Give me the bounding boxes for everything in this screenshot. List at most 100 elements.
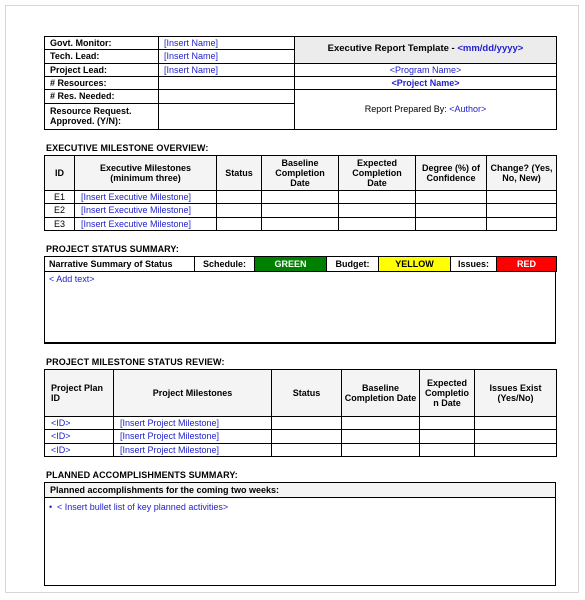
exec-col-change-line2: No, New) bbox=[502, 172, 541, 183]
header-label-tech-lead: Tech. Lead: bbox=[44, 49, 159, 64]
exec-col-status: Status bbox=[216, 154, 262, 191]
header-value-tech-lead[interactable]: [Insert Name] bbox=[158, 49, 295, 64]
header-label-govt-monitor: Govt. Monitor: bbox=[44, 35, 159, 51]
report-sheet: Govt. Monitor: [Insert Name] Executive R… bbox=[44, 35, 557, 587]
exec-row-status[interactable] bbox=[216, 189, 262, 205]
review-row-expected[interactable] bbox=[419, 442, 475, 458]
exec-row-id: E3 bbox=[44, 216, 75, 231]
header-value-resource-request[interactable] bbox=[158, 102, 295, 130]
planned-accomplishments-header: Planned accomplishments for the coming t… bbox=[44, 482, 556, 499]
budget-label: Budget: bbox=[326, 255, 379, 272]
review-row-issues[interactable] bbox=[474, 415, 557, 431]
narrative-summary-box[interactable]: < Add text> bbox=[44, 271, 556, 344]
exec-col-change: Change? (Yes, No, New) bbox=[486, 154, 557, 191]
status-badge-issues[interactable]: RED bbox=[496, 255, 557, 272]
review-row-baseline[interactable] bbox=[341, 429, 420, 444]
review-col-expected-line3: n Date bbox=[433, 398, 461, 409]
header-value-num-resources[interactable] bbox=[158, 76, 295, 91]
header-value-govt-monitor[interactable]: [Insert Name] bbox=[158, 35, 295, 51]
review-row-expected[interactable] bbox=[419, 429, 475, 444]
exec-row-id: E1 bbox=[44, 189, 75, 205]
review-col-plan-id: Project Plan ID bbox=[44, 368, 114, 417]
review-row-status[interactable] bbox=[271, 415, 342, 431]
exec-row-status[interactable] bbox=[216, 216, 262, 231]
review-col-plan-id-line1: Project Plan bbox=[51, 382, 104, 393]
exec-row-change[interactable] bbox=[486, 216, 557, 231]
status-badge-schedule[interactable]: GREEN bbox=[254, 255, 327, 272]
exec-col-expected-line2: Completion bbox=[352, 167, 402, 178]
header-label-project-lead: Project Lead: bbox=[44, 62, 159, 78]
table-row: E2 [Insert Executive Milestone] bbox=[44, 203, 557, 218]
prepared-by-author[interactable]: <Author> bbox=[449, 104, 486, 114]
exec-row-milestone[interactable]: [Insert Executive Milestone] bbox=[74, 203, 217, 218]
exec-col-id: ID bbox=[44, 154, 75, 191]
review-row-issues[interactable] bbox=[474, 429, 557, 444]
planned-accomplishments-text[interactable]: < Insert bullet list of key planned acti… bbox=[57, 502, 228, 512]
review-row-id[interactable]: <ID> bbox=[44, 429, 114, 444]
exec-row-milestone[interactable]: [Insert Executive Milestone] bbox=[74, 216, 217, 231]
table-row: E3 [Insert Executive Milestone] bbox=[44, 216, 557, 231]
bullet-icon: • bbox=[49, 502, 53, 513]
exec-row-confidence[interactable] bbox=[415, 216, 487, 231]
report-title-date: <mm/dd/yyyy> bbox=[457, 43, 524, 55]
review-row-milestone[interactable]: [Insert Project Milestone] bbox=[113, 442, 272, 458]
review-row-id[interactable]: <ID> bbox=[44, 415, 114, 431]
exec-row-expected[interactable] bbox=[338, 216, 416, 231]
exec-row-baseline[interactable] bbox=[261, 216, 339, 231]
header-row-res-needed: # Res. Needed: Report Prepared By: <Auth… bbox=[44, 89, 557, 130]
list-item[interactable]: • < Insert bullet list of key planned ac… bbox=[45, 498, 555, 512]
narrative-summary-text[interactable]: < Add text> bbox=[45, 272, 555, 284]
issues-label: Issues: bbox=[450, 255, 497, 272]
table-row: E1 [Insert Executive Milestone] bbox=[44, 189, 557, 205]
review-col-baseline-line1: Baseline bbox=[361, 382, 400, 393]
report-header-table: Govt. Monitor: [Insert Name] Executive R… bbox=[44, 35, 557, 130]
review-row-issues[interactable] bbox=[474, 442, 557, 458]
review-col-status: Status bbox=[271, 368, 342, 417]
review-col-issues-exist: Issues Exist (Yes/No) bbox=[474, 368, 557, 417]
review-row-status[interactable] bbox=[271, 429, 342, 444]
exec-col-milestones: Executive Milestones (minimum three) bbox=[74, 154, 217, 191]
exec-col-baseline-date: Baseline Completion Date bbox=[261, 154, 339, 191]
exec-col-confidence: Degree (%) of Confidence bbox=[415, 154, 487, 191]
exec-milestone-header-row: ID Executive Milestones (minimum three) … bbox=[44, 154, 557, 191]
review-row-id[interactable]: <ID> bbox=[44, 442, 114, 458]
review-row-baseline[interactable] bbox=[341, 442, 420, 458]
exec-row-expected[interactable] bbox=[338, 189, 416, 205]
review-col-issues-line2: (Yes/No) bbox=[497, 392, 534, 403]
planned-accomplishments-body[interactable]: • < Insert bullet list of key planned ac… bbox=[44, 498, 556, 587]
prepared-by-label: Report Prepared By: bbox=[364, 104, 450, 115]
exec-col-change-line1: Change? (Yes, bbox=[490, 162, 553, 173]
status-indicator-row: Narrative Summary of Status Schedule: GR… bbox=[44, 255, 557, 272]
header-value-project-lead[interactable]: [Insert Name] bbox=[158, 62, 295, 78]
review-col-expected-line1: Expected bbox=[426, 377, 468, 388]
review-row-baseline[interactable] bbox=[341, 415, 420, 431]
exec-row-change[interactable] bbox=[486, 189, 557, 205]
project-status-caption: PROJECT STATUS SUMMARY: bbox=[46, 243, 179, 254]
header-value-res-needed[interactable] bbox=[158, 89, 295, 104]
exec-row-confidence[interactable] bbox=[415, 203, 487, 218]
exec-row-expected[interactable] bbox=[338, 203, 416, 218]
exec-row-status[interactable] bbox=[216, 203, 262, 218]
project-name-cell[interactable]: <Project Name> bbox=[294, 76, 557, 91]
status-badge-budget[interactable]: YELLOW bbox=[378, 255, 451, 272]
review-row-status[interactable] bbox=[271, 442, 342, 458]
project-status-indicator-table: Narrative Summary of Status Schedule: GR… bbox=[44, 255, 557, 272]
prepared-by-cell: Report Prepared By: <Author> bbox=[294, 89, 557, 130]
exec-row-change[interactable] bbox=[486, 203, 557, 218]
review-row-expected[interactable] bbox=[419, 415, 475, 431]
exec-row-confidence[interactable] bbox=[415, 189, 487, 205]
exec-row-baseline[interactable] bbox=[261, 203, 339, 218]
report-title-prefix: Executive Report Template - bbox=[327, 43, 458, 55]
review-row-milestone[interactable]: [Insert Project Milestone] bbox=[113, 429, 272, 444]
header-row-num-resources: # Resources: <Project Name> bbox=[44, 76, 557, 91]
review-row-milestone[interactable]: [Insert Project Milestone] bbox=[113, 415, 272, 431]
header-label-num-resources: # Resources: bbox=[44, 76, 159, 91]
milestone-review-table: Project Plan ID Project Milestones Statu… bbox=[44, 368, 557, 458]
schedule-label: Schedule: bbox=[194, 255, 255, 272]
milestone-review-header-row: Project Plan ID Project Milestones Statu… bbox=[44, 368, 557, 417]
exec-col-milestones-line1: Executive Milestones bbox=[99, 162, 192, 173]
exec-row-baseline[interactable] bbox=[261, 189, 339, 205]
exec-row-milestone[interactable]: [Insert Executive Milestone] bbox=[74, 189, 217, 205]
program-name-cell[interactable]: <Program Name> bbox=[294, 62, 557, 78]
narrative-summary-header: Narrative Summary of Status bbox=[44, 255, 195, 272]
